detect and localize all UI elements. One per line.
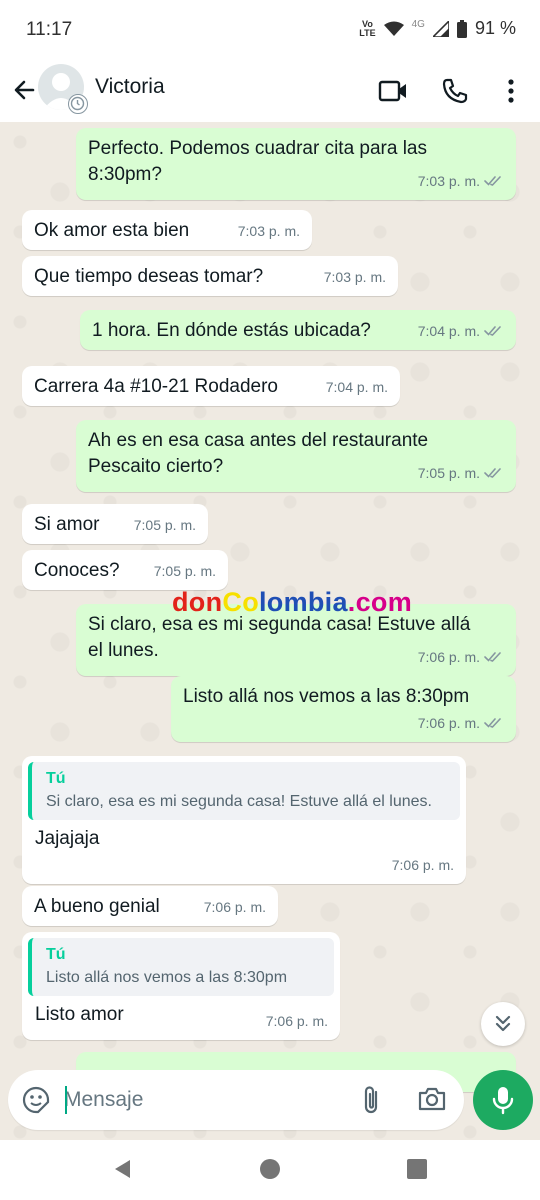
double-check-icon (484, 468, 501, 478)
double-check-icon (484, 718, 501, 728)
message-time: 7:06 p. m. (417, 649, 480, 665)
nav-back-button[interactable] (112, 1158, 134, 1185)
message-text: Jajajaja (35, 828, 100, 849)
status-clock-icon (68, 94, 88, 114)
nav-recents-icon (407, 1159, 427, 1179)
message-meta: 7:05 p. m. (154, 558, 216, 584)
message-bubble-outgoing[interactable]: Ah es en esa casa antes del restaurante … (76, 420, 516, 492)
message-meta: 7:06 p. m. (266, 1008, 328, 1034)
message-bubble-incoming[interactable]: A bueno genial 7:06 p. m. (22, 886, 278, 926)
contact-name[interactable]: Victoria (95, 75, 165, 99)
attach-icon (364, 1086, 378, 1114)
signal-icon (432, 20, 449, 37)
message-bubble-outgoing[interactable]: Listo allá nos vemos a las 8:30pm 7:06 p… (171, 676, 516, 742)
video-call-icon (378, 80, 406, 102)
quoted-message[interactable]: Tú Listo allá nos vemos a las 8:30pm (28, 938, 334, 996)
video-call-button[interactable] (374, 72, 412, 110)
volte-indicator: Vo LTE (359, 18, 376, 38)
message-time: 7:04 p. m. (417, 323, 480, 339)
message-time: 7:03 p. m. (323, 269, 386, 285)
battery-icon (456, 19, 467, 38)
message-bubble-incoming[interactable]: Ok amor esta bien 7:03 p. m. (22, 210, 312, 250)
message-time: 7:05 p. m. (417, 465, 480, 481)
more-options-button[interactable] (492, 72, 530, 110)
quoted-author: Tú (46, 946, 66, 963)
voice-message-button[interactable] (473, 1070, 533, 1130)
quoted-text: Si claro, esa es mi segunda casa! Estuve… (46, 793, 432, 810)
message-composer (8, 1070, 464, 1130)
nav-home-button[interactable] (259, 1158, 281, 1185)
camera-icon (418, 1087, 446, 1111)
message-time: 7:06 p. m. (417, 715, 480, 731)
system-nav-bar (0, 1140, 540, 1200)
message-time: 7:06 p. m. (203, 899, 266, 915)
chat-header: Victoria (0, 60, 540, 122)
text-caret (65, 1086, 67, 1114)
phone-icon (442, 78, 468, 104)
mic-icon (492, 1087, 514, 1115)
message-time: 7:06 p. m. (391, 857, 454, 873)
message-text: Listo allá nos vemos a las 8:30pm (183, 686, 470, 707)
message-meta: 7:03 p. m. (238, 218, 300, 244)
message-bubble-incoming[interactable]: Carrera 4a #10-21 Rodadero 7:04 p. m. (22, 366, 400, 406)
voice-call-button[interactable] (436, 72, 474, 110)
message-meta: 7:03 p. m. (418, 168, 504, 194)
message-input[interactable] (64, 1082, 344, 1118)
message-time: 7:04 p. m. (325, 379, 388, 395)
message-meta: 7:05 p. m. (134, 512, 196, 538)
attach-button[interactable] (356, 1083, 386, 1122)
message-time: 7:03 p. m. (237, 223, 300, 239)
more-vertical-icon (508, 79, 514, 103)
network-type: 4G (411, 19, 425, 30)
chevrons-down-icon (495, 1015, 511, 1032)
message-meta: 7:06 p. m. (392, 852, 454, 878)
message-meta: 7:06 p. m. (418, 710, 504, 736)
message-bubble-incoming[interactable]: Si amor 7:05 p. m. (22, 504, 208, 544)
scroll-to-bottom-button[interactable] (481, 1002, 525, 1046)
sticker-icon (22, 1086, 50, 1114)
battery-level: 91 % (474, 18, 516, 38)
wifi-icon (383, 21, 404, 36)
message-bubble-outgoing[interactable]: 1 hora. En dónde estás ubicada? 7:04 p. … (80, 310, 516, 350)
quoted-text: Listo allá nos vemos a las 8:30pm (46, 969, 288, 986)
message-meta: 7:06 p. m. (204, 894, 266, 920)
message-time: 7:03 p. m. (417, 173, 480, 189)
status-bar: 11:17 Vo LTE 4G 91 % (0, 0, 540, 60)
message-bubble-incoming-reply[interactable]: Tú Si claro, esa es mi segunda casa! Est… (22, 756, 466, 884)
message-time: 7:05 p. m. (153, 563, 216, 579)
quoted-message[interactable]: Tú Si claro, esa es mi segunda casa! Est… (28, 762, 460, 820)
message-bubble-outgoing[interactable]: Perfecto. Podemos cuadrar cita para las … (76, 128, 516, 200)
status-icons: Vo LTE 4G 91 % (359, 18, 516, 39)
nav-back-icon (115, 1160, 130, 1178)
sticker-button[interactable] (20, 1084, 52, 1121)
message-time: 7:05 p. m. (133, 517, 196, 533)
double-check-icon (484, 326, 501, 336)
nav-home-icon (260, 1159, 280, 1179)
camera-button[interactable] (416, 1083, 448, 1120)
message-meta: 7:05 p. m. (418, 460, 504, 486)
quoted-author: Tú (46, 770, 66, 787)
double-check-icon (484, 176, 501, 186)
message-meta: 7:06 p. m. (418, 644, 504, 670)
message-bubble-incoming[interactable]: Conoces? 7:05 p. m. (22, 550, 228, 590)
message-meta: 7:04 p. m. (326, 374, 388, 400)
message-bubble-incoming-reply[interactable]: Tú Listo allá nos vemos a las 8:30pm Lis… (22, 932, 340, 1040)
watermark: donColombia.com (172, 587, 413, 617)
message-meta: 7:04 p. m. (418, 318, 504, 344)
message-meta: 7:03 p. m. (324, 264, 386, 290)
message-time: 7:06 p. m. (265, 1013, 328, 1029)
message-bubble-incoming[interactable]: Que tiempo deseas tomar? 7:03 p. m. (22, 256, 398, 296)
double-check-icon (484, 652, 501, 662)
nav-recents-button[interactable] (406, 1158, 428, 1185)
message-list[interactable]: Perfecto. Podemos cuadrar cita para las … (0, 122, 540, 1140)
status-time: 11:17 (26, 19, 73, 40)
